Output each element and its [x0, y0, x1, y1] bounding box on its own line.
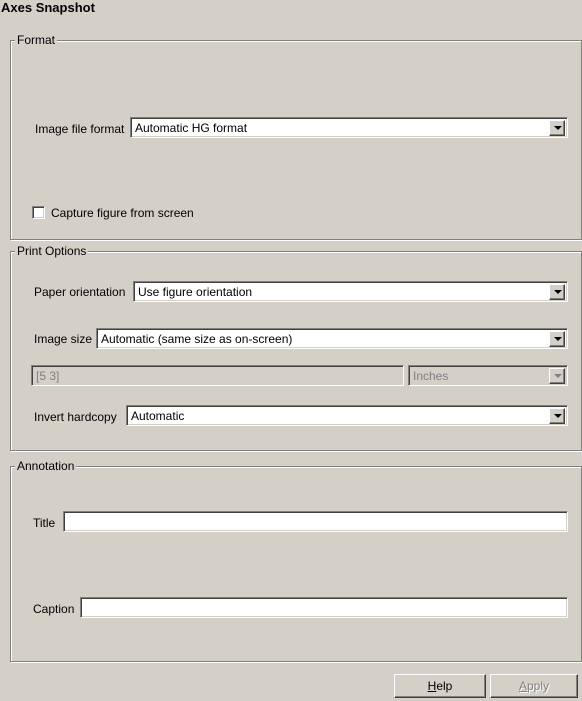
invert-hardcopy-value: Automatic — [131, 409, 185, 423]
chevron-down-icon — [554, 337, 562, 341]
title-input[interactable] — [63, 511, 568, 532]
capture-figure-checkbox[interactable] — [32, 206, 45, 219]
invert-hardcopy-label: Invert hardcopy — [34, 410, 117, 424]
caption-input[interactable] — [80, 597, 568, 618]
title-label: Title — [33, 516, 56, 530]
chevron-down-icon — [554, 126, 562, 130]
print-options-group-legend: Print Options — [15, 244, 89, 258]
chevron-down-icon — [554, 374, 562, 378]
help-button[interactable]: Help — [394, 674, 486, 698]
image-size-dropdown-button[interactable] — [549, 331, 565, 347]
paper-orientation-value: Use figure orientation — [138, 285, 253, 299]
window-title: Axes Snapshot — [1, 0, 95, 15]
chevron-down-icon — [554, 290, 562, 294]
image-file-format-dropdown-button[interactable] — [549, 120, 565, 136]
invert-hardcopy-select[interactable]: Automatic — [126, 405, 568, 426]
image-file-format-select[interactable]: Automatic HG format — [130, 117, 568, 138]
annotation-group-legend: Annotation — [15, 459, 77, 473]
image-size-label: Image size — [34, 332, 93, 346]
size-value-field: [5 3] — [31, 365, 404, 386]
paper-orientation-label: Paper orientation — [34, 285, 126, 299]
image-file-format-label: Image file format — [35, 122, 125, 136]
size-value-text: [5 3] — [36, 369, 60, 383]
help-button-label: elp — [436, 679, 453, 693]
units-value: Inches — [413, 369, 449, 383]
image-size-select[interactable]: Automatic (same size as on-screen) — [96, 328, 568, 349]
capture-figure-label[interactable]: Capture figure from screen — [51, 206, 194, 220]
units-dropdown-button — [549, 368, 565, 384]
paper-orientation-dropdown-button[interactable] — [549, 284, 565, 300]
annotation-group: Annotation — [10, 459, 582, 662]
apply-button-label: pply — [527, 679, 550, 693]
image-file-format-value: Automatic HG format — [135, 121, 248, 135]
paper-orientation-select[interactable]: Use figure orientation — [133, 281, 568, 302]
chevron-down-icon — [554, 414, 562, 418]
invert-hardcopy-dropdown-button[interactable] — [549, 408, 565, 424]
apply-button[interactable]: Apply — [490, 674, 578, 698]
format-group-legend: Format — [15, 33, 58, 47]
units-select: Inches — [408, 365, 568, 386]
caption-label: Caption — [33, 602, 75, 616]
apply-button-mnemonic: A — [518, 679, 527, 693]
image-size-value: Automatic (same size as on-screen) — [101, 332, 293, 346]
